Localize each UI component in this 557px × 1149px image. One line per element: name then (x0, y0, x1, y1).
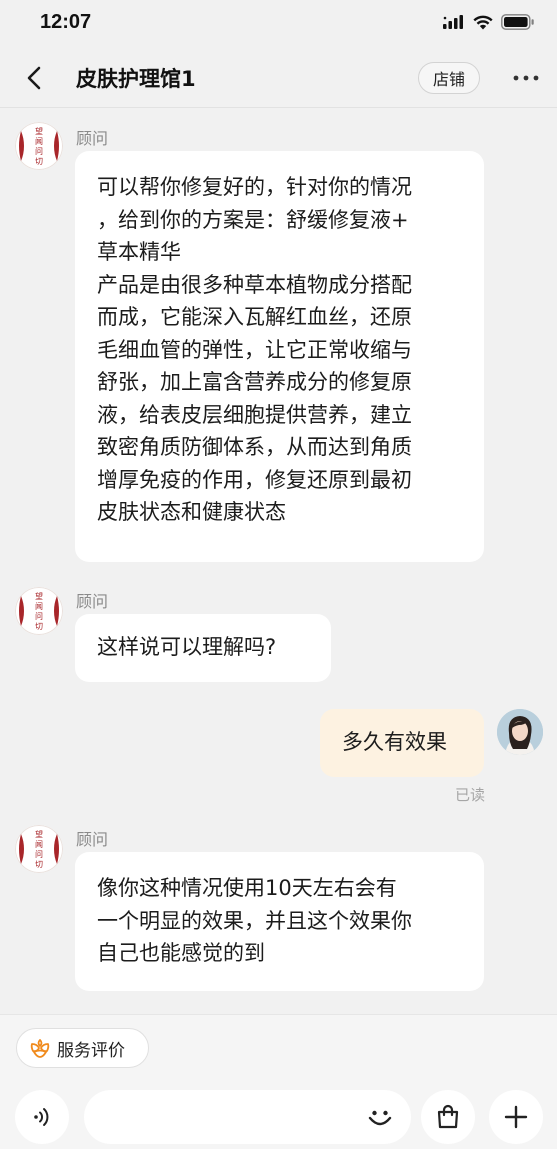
svg-text:问: 问 (35, 612, 43, 621)
shop-logo: 望 闻 问 切 (15, 587, 63, 635)
message-bubble-incoming[interactable]: 可以帮你修复好的，针对你的情况 ，给到你的方案是：舒缓修复液+ 草本精华 产品是… (75, 151, 484, 562)
svg-text:望: 望 (35, 591, 43, 601)
svg-text:闻: 闻 (35, 840, 43, 849)
message-bubble-outgoing[interactable]: 多久有效果 (320, 709, 484, 777)
shop-logo: 望 闻 问 切 (15, 825, 63, 873)
status-icons (443, 14, 535, 30)
more-dots-icon (513, 75, 539, 81)
signal-icon (443, 15, 463, 29)
nav-bar: 皮肤护理馆1 店铺 (0, 50, 557, 106)
svg-text:闻: 闻 (35, 602, 43, 611)
message-bubble-incoming[interactable]: 这样说可以理解吗? (75, 614, 331, 682)
read-status: 已读 (455, 786, 486, 804)
more-button[interactable] (508, 62, 544, 94)
shop-button[interactable]: 店铺 (418, 62, 480, 94)
product-button[interactable] (421, 1090, 475, 1144)
svg-text:切: 切 (35, 860, 43, 869)
battery-icon (501, 14, 534, 30)
svg-text:望: 望 (35, 126, 43, 136)
svg-text:望: 望 (35, 829, 43, 839)
svg-text:闻: 闻 (35, 137, 43, 146)
status-bar: 12:07 (0, 0, 557, 44)
voice-button[interactable] (15, 1090, 69, 1144)
svg-text:问: 问 (35, 850, 43, 859)
chevron-left-icon (27, 66, 41, 90)
message-bubble-incoming[interactable]: 像你这种情况使用10天左右会有 一个明显的效果，并且这个效果你 自己也能感觉的到 (75, 852, 484, 991)
sender-name: 顾问 (76, 592, 109, 611)
svg-text:切: 切 (35, 622, 43, 631)
service-rating-button[interactable]: 服务评价 (16, 1028, 149, 1068)
shop-avatar[interactable]: 望 闻 问 切 (15, 122, 63, 170)
voice-icon (34, 1108, 49, 1126)
service-rating-label: 服务评价 (57, 1040, 125, 1061)
chat-title: 皮肤护理馆1 (76, 67, 196, 91)
flower-icon (30, 1039, 50, 1058)
sender-name: 顾问 (76, 830, 109, 849)
shopping-bag-icon (437, 1104, 459, 1129)
back-button[interactable] (18, 62, 50, 94)
more-options-button[interactable] (489, 1090, 543, 1144)
emoji-button[interactable] (362, 1099, 398, 1135)
shop-logo: 望 闻 问 切 (15, 122, 63, 170)
shop-avatar[interactable]: 望 闻 问 切 (15, 825, 63, 873)
nav-divider (0, 107, 557, 108)
svg-text:切: 切 (35, 157, 43, 166)
shop-avatar[interactable]: 望 闻 问 切 (15, 587, 63, 635)
plus-icon (504, 1105, 528, 1129)
wifi-icon (473, 15, 493, 29)
sender-name: 顾问 (76, 129, 109, 148)
smile-icon (368, 1110, 392, 1126)
user-avatar[interactable] (497, 709, 543, 755)
svg-text:问: 问 (35, 147, 43, 156)
status-time: 12:07 (40, 10, 92, 33)
user-photo (497, 709, 543, 755)
